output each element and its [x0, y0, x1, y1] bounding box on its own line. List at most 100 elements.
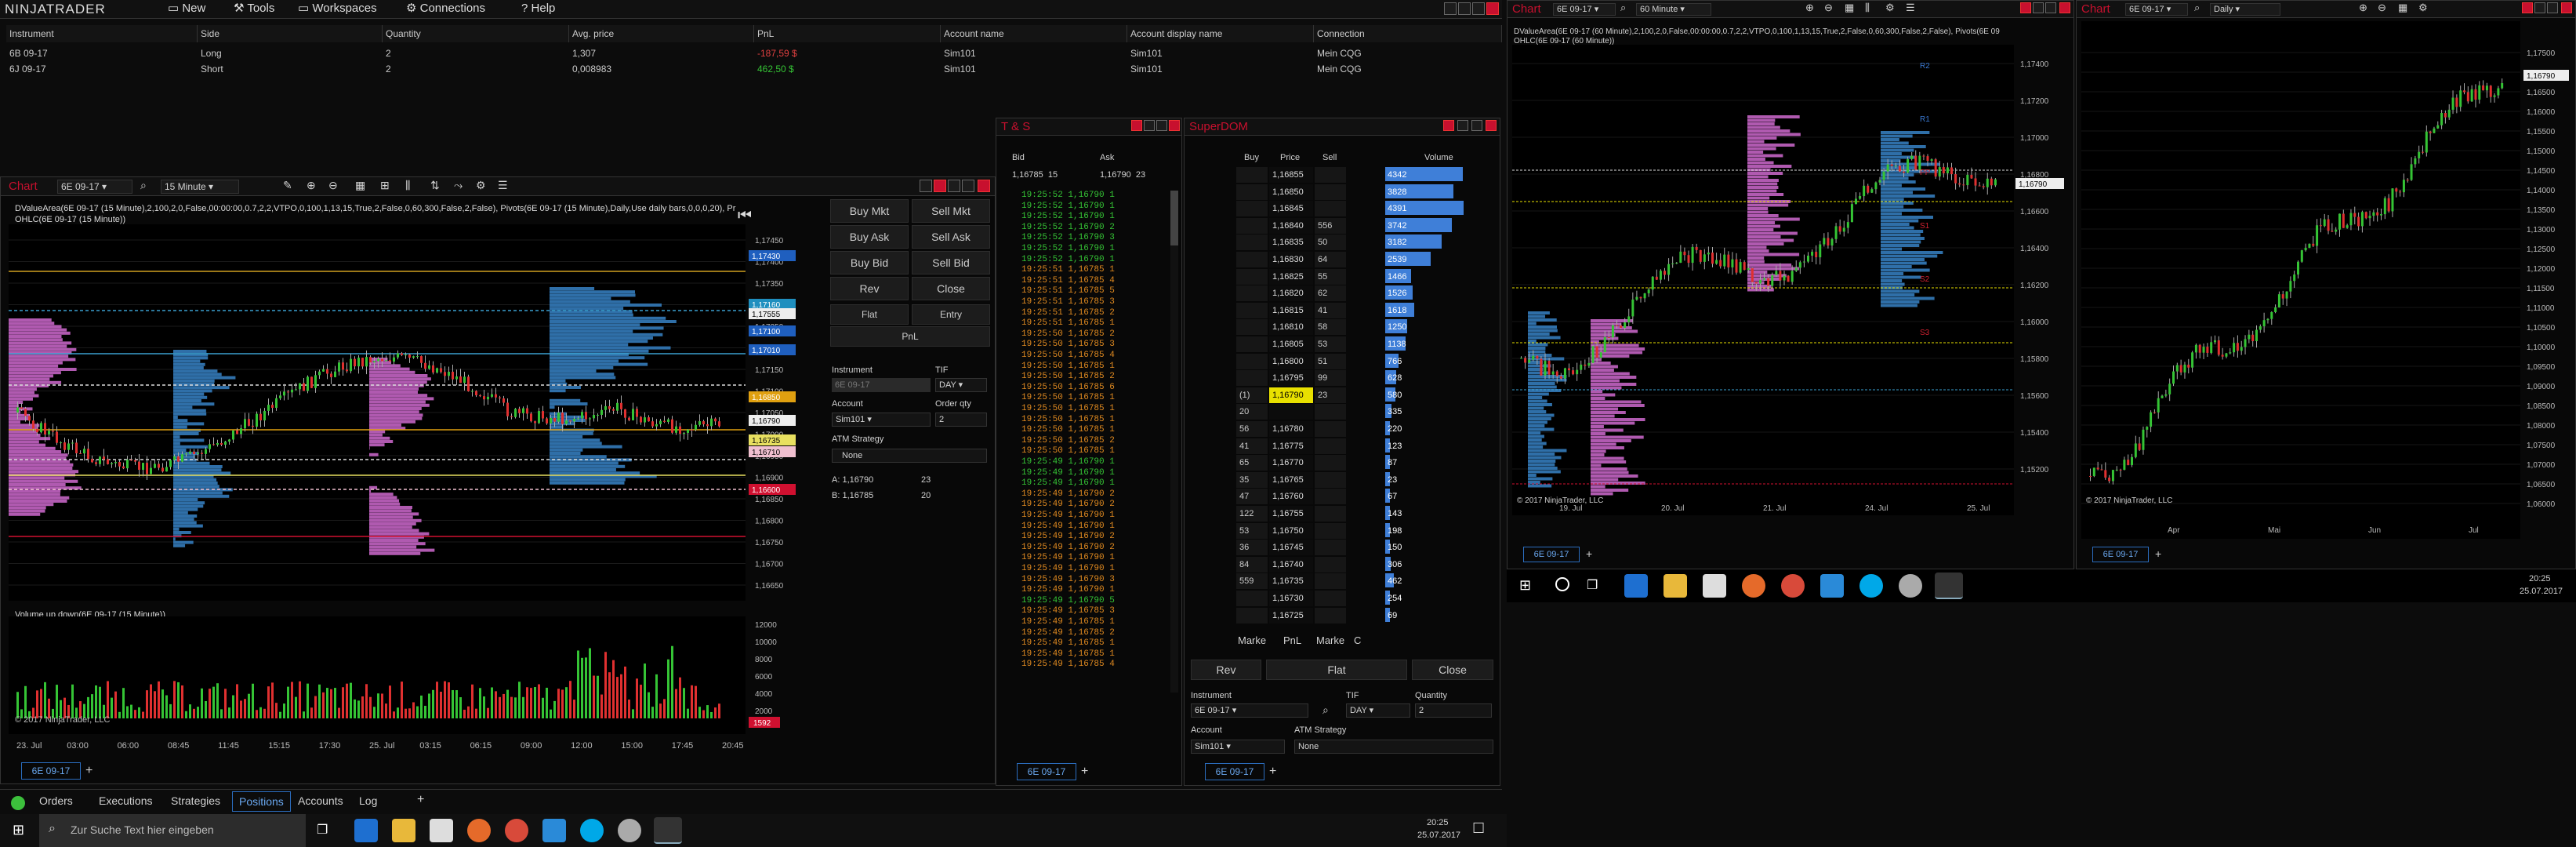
dom-price-cell[interactable]: 1,16775: [1269, 438, 1313, 454]
tab-log[interactable]: Log: [359, 794, 377, 807]
dom-row[interactable]: 84 1,16740 306: [1236, 556, 1495, 574]
dom-price-cell[interactable]: 1,16750: [1269, 522, 1313, 539]
positions-row[interactable]: 6B 09-17 Long 2 1,307 -187,59 $ Sim101 S…: [6, 45, 1496, 61]
dom-max-button[interactable]: [1471, 120, 1482, 131]
app2-icon[interactable]: [1899, 574, 1922, 598]
dom-sell-cell[interactable]: [1315, 556, 1346, 573]
dom-price-cell[interactable]: 1,16815: [1269, 302, 1313, 318]
scroll-back-icon[interactable]: ⏮: [738, 207, 752, 225]
dom-row[interactable]: 1,16840 556 3742: [1236, 217, 1495, 235]
dom-buy-cell[interactable]: 122: [1236, 506, 1268, 522]
dom-sell-cell[interactable]: 99: [1315, 370, 1346, 387]
explorer-icon[interactable]: [392, 819, 415, 842]
col-account-display-name[interactable]: Account display name: [1127, 25, 1314, 42]
zoom-out-icon[interactable]: ⊖: [1824, 2, 1833, 14]
ct-qty-stepper[interactable]: 2: [935, 413, 987, 427]
tab-strategies[interactable]: Strategies: [171, 794, 220, 807]
chart1-instrument-selector[interactable]: 6E 09-17 ▾: [57, 180, 132, 194]
zoom-in-icon[interactable]: ⊕: [307, 179, 316, 192]
dom-row[interactable]: 65 1,16770 87: [1236, 455, 1495, 472]
firefox-icon[interactable]: [1742, 574, 1765, 598]
tab-accounts[interactable]: Accounts: [298, 794, 343, 807]
chart1-price-panel[interactable]: 1,174501,174001,173501,173001,172501,172…: [9, 224, 824, 601]
add-tab-button[interactable]: +: [1586, 547, 1592, 560]
templates-icon[interactable]: ⊞: [380, 179, 390, 192]
dom-price-cell[interactable]: 1,16850: [1269, 184, 1313, 200]
dom-row[interactable]: 1,16805 53 1138: [1236, 336, 1495, 354]
chart2-max-button[interactable]: [2045, 2, 2056, 13]
dom-tab[interactable]: 6E 09-17: [1205, 763, 1264, 780]
dom-buy-cell[interactable]: [1236, 184, 1268, 200]
col-pnl[interactable]: PnL: [754, 25, 941, 42]
dom-buy-cell[interactable]: [1236, 591, 1268, 606]
windows-start-icon[interactable]: ⊞: [1519, 577, 1531, 594]
dom-row[interactable]: 1,16730 254: [1236, 591, 1495, 608]
dom-row[interactable]: 122 1,16755 143: [1236, 506, 1495, 523]
dom-buy-cell[interactable]: 65: [1236, 455, 1268, 471]
dom-row[interactable]: 1,16850 3828: [1236, 184, 1495, 202]
tab-executions[interactable]: Executions: [99, 794, 152, 807]
properties-icon[interactable]: ▦: [2398, 2, 2407, 14]
task-view-icon[interactable]: ❐: [1587, 577, 1598, 593]
dom-price-cell[interactable]: 1,16810: [1269, 319, 1313, 336]
windows-start-icon[interactable]: ⊞: [13, 822, 24, 838]
search-icon[interactable]: ⌕: [1620, 2, 1626, 14]
dom-price-cell[interactable]: 1,16820: [1269, 285, 1313, 302]
dom-sell-cell[interactable]: 51: [1315, 353, 1346, 369]
dom-sell-cell[interactable]: [1315, 201, 1346, 217]
buy-ask-button[interactable]: Buy Ask: [830, 225, 909, 249]
ts-tab[interactable]: 6E 09-17: [1017, 763, 1076, 780]
notifications-icon[interactable]: ☐: [1472, 820, 1485, 837]
col-account-name[interactable]: Account name: [941, 25, 1127, 42]
zoom-in-icon[interactable]: ⊕: [2359, 2, 2367, 14]
chart3-tab[interactable]: 6E 09-17: [2092, 547, 2149, 562]
dom-price-cell[interactable]: 1,16725: [1269, 607, 1313, 623]
dom-close-button[interactable]: [1486, 120, 1497, 131]
dom-price-cell[interactable]: 1,16790: [1269, 387, 1313, 403]
dom-atm-select[interactable]: None: [1294, 740, 1493, 754]
dom-buy-cell[interactable]: 56: [1236, 421, 1268, 437]
skype-icon[interactable]: [580, 819, 604, 842]
indicators-icon[interactable]: ⫼: [405, 179, 410, 192]
dom-buy-cell[interactable]: [1236, 217, 1268, 234]
dom-price-cell[interactable]: 1,16805: [1269, 336, 1313, 352]
zoom-out-icon[interactable]: ⊖: [328, 179, 338, 192]
chart3-link-button[interactable]: [2522, 2, 2533, 13]
dom-row[interactable]: 1,16820 62 1526: [1236, 285, 1495, 303]
dom-sell-cell[interactable]: [1315, 167, 1346, 183]
chart2-interval-selector[interactable]: 60 Minute ▾: [1636, 3, 1711, 16]
dom-sell-cell[interactable]: [1315, 506, 1346, 522]
dom-price-cell[interactable]: 1,16770: [1269, 455, 1313, 471]
dom-price-cell[interactable]: 1,16760: [1269, 489, 1313, 505]
dom-minimize-button[interactable]: [1457, 120, 1468, 131]
dom-buy-cell[interactable]: [1236, 252, 1268, 267]
properties-icon[interactable]: ▦: [1845, 2, 1854, 14]
clock-date[interactable]: 25.07.2017: [1417, 831, 1460, 840]
reverse-button[interactable]: Rev: [830, 277, 909, 300]
dom-price-cell[interactable]: 1,16825: [1269, 268, 1313, 285]
ts-max-button[interactable]: [1156, 120, 1167, 131]
draw-tool-icon[interactable]: ✎: [283, 179, 292, 192]
chart2-price-panel[interactable]: 1,174001,172001,170001,168001,166001,164…: [1512, 45, 2069, 515]
dom-link-button[interactable]: [1443, 120, 1454, 131]
add-tab-button[interactable]: +: [85, 764, 93, 778]
search-icon[interactable]: ⌕: [2194, 2, 2200, 14]
dom-buy-cell[interactable]: 53: [1236, 522, 1268, 539]
ninjatrader-icon[interactable]: [1935, 573, 1963, 599]
dom-row[interactable]: (1) 1,16790 23 580: [1236, 387, 1495, 405]
col-avg-price[interactable]: Avg. price: [569, 25, 754, 42]
chart3-close-button[interactable]: [2561, 2, 2572, 13]
dom-buy-cell[interactable]: [1236, 201, 1268, 217]
dom-price-cell[interactable]: 1,16830: [1269, 252, 1313, 267]
chart1-close-button[interactable]: [978, 180, 990, 192]
dom-sell-cell[interactable]: 53: [1315, 336, 1346, 352]
ts-rows[interactable]: 19:25:52 1,16790 1 19:25:52 1,16790 1 19:2…: [1021, 191, 1155, 693]
dom-row[interactable]: 56 1,16780 220: [1236, 421, 1495, 438]
dom-price-cell[interactable]: 1,16780: [1269, 421, 1313, 437]
dom-price-cell[interactable]: 1,16845: [1269, 201, 1313, 217]
store-icon[interactable]: [430, 819, 453, 842]
chart-trader-icon[interactable]: ⤳: [454, 179, 463, 192]
zoom-in-icon[interactable]: ⊕: [1805, 2, 1814, 14]
positions-row[interactable]: 6J 09-17 Short 2 0,008983 462,50 $ Sim10…: [6, 61, 1496, 77]
dom-buy-cell[interactable]: 47: [1236, 489, 1268, 505]
